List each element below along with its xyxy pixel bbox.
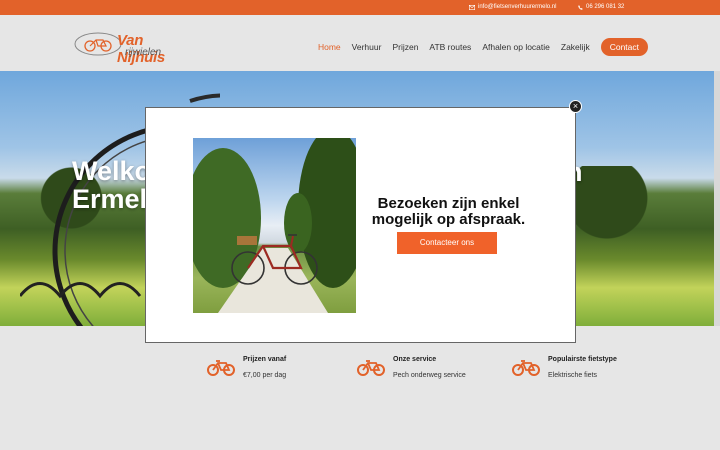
close-icon[interactable]: × [569,100,582,113]
contact-us-button[interactable]: Contacteer ons [397,232,497,254]
bicycle-photo [193,138,356,313]
modal-message: Bezoeken zijn enkel mogelijk op afspraak… [371,195,526,228]
bicycle-photo-illustration [193,138,356,313]
appointment-modal: Bezoeken zijn enkel mogelijk op afspraak… [145,107,576,343]
